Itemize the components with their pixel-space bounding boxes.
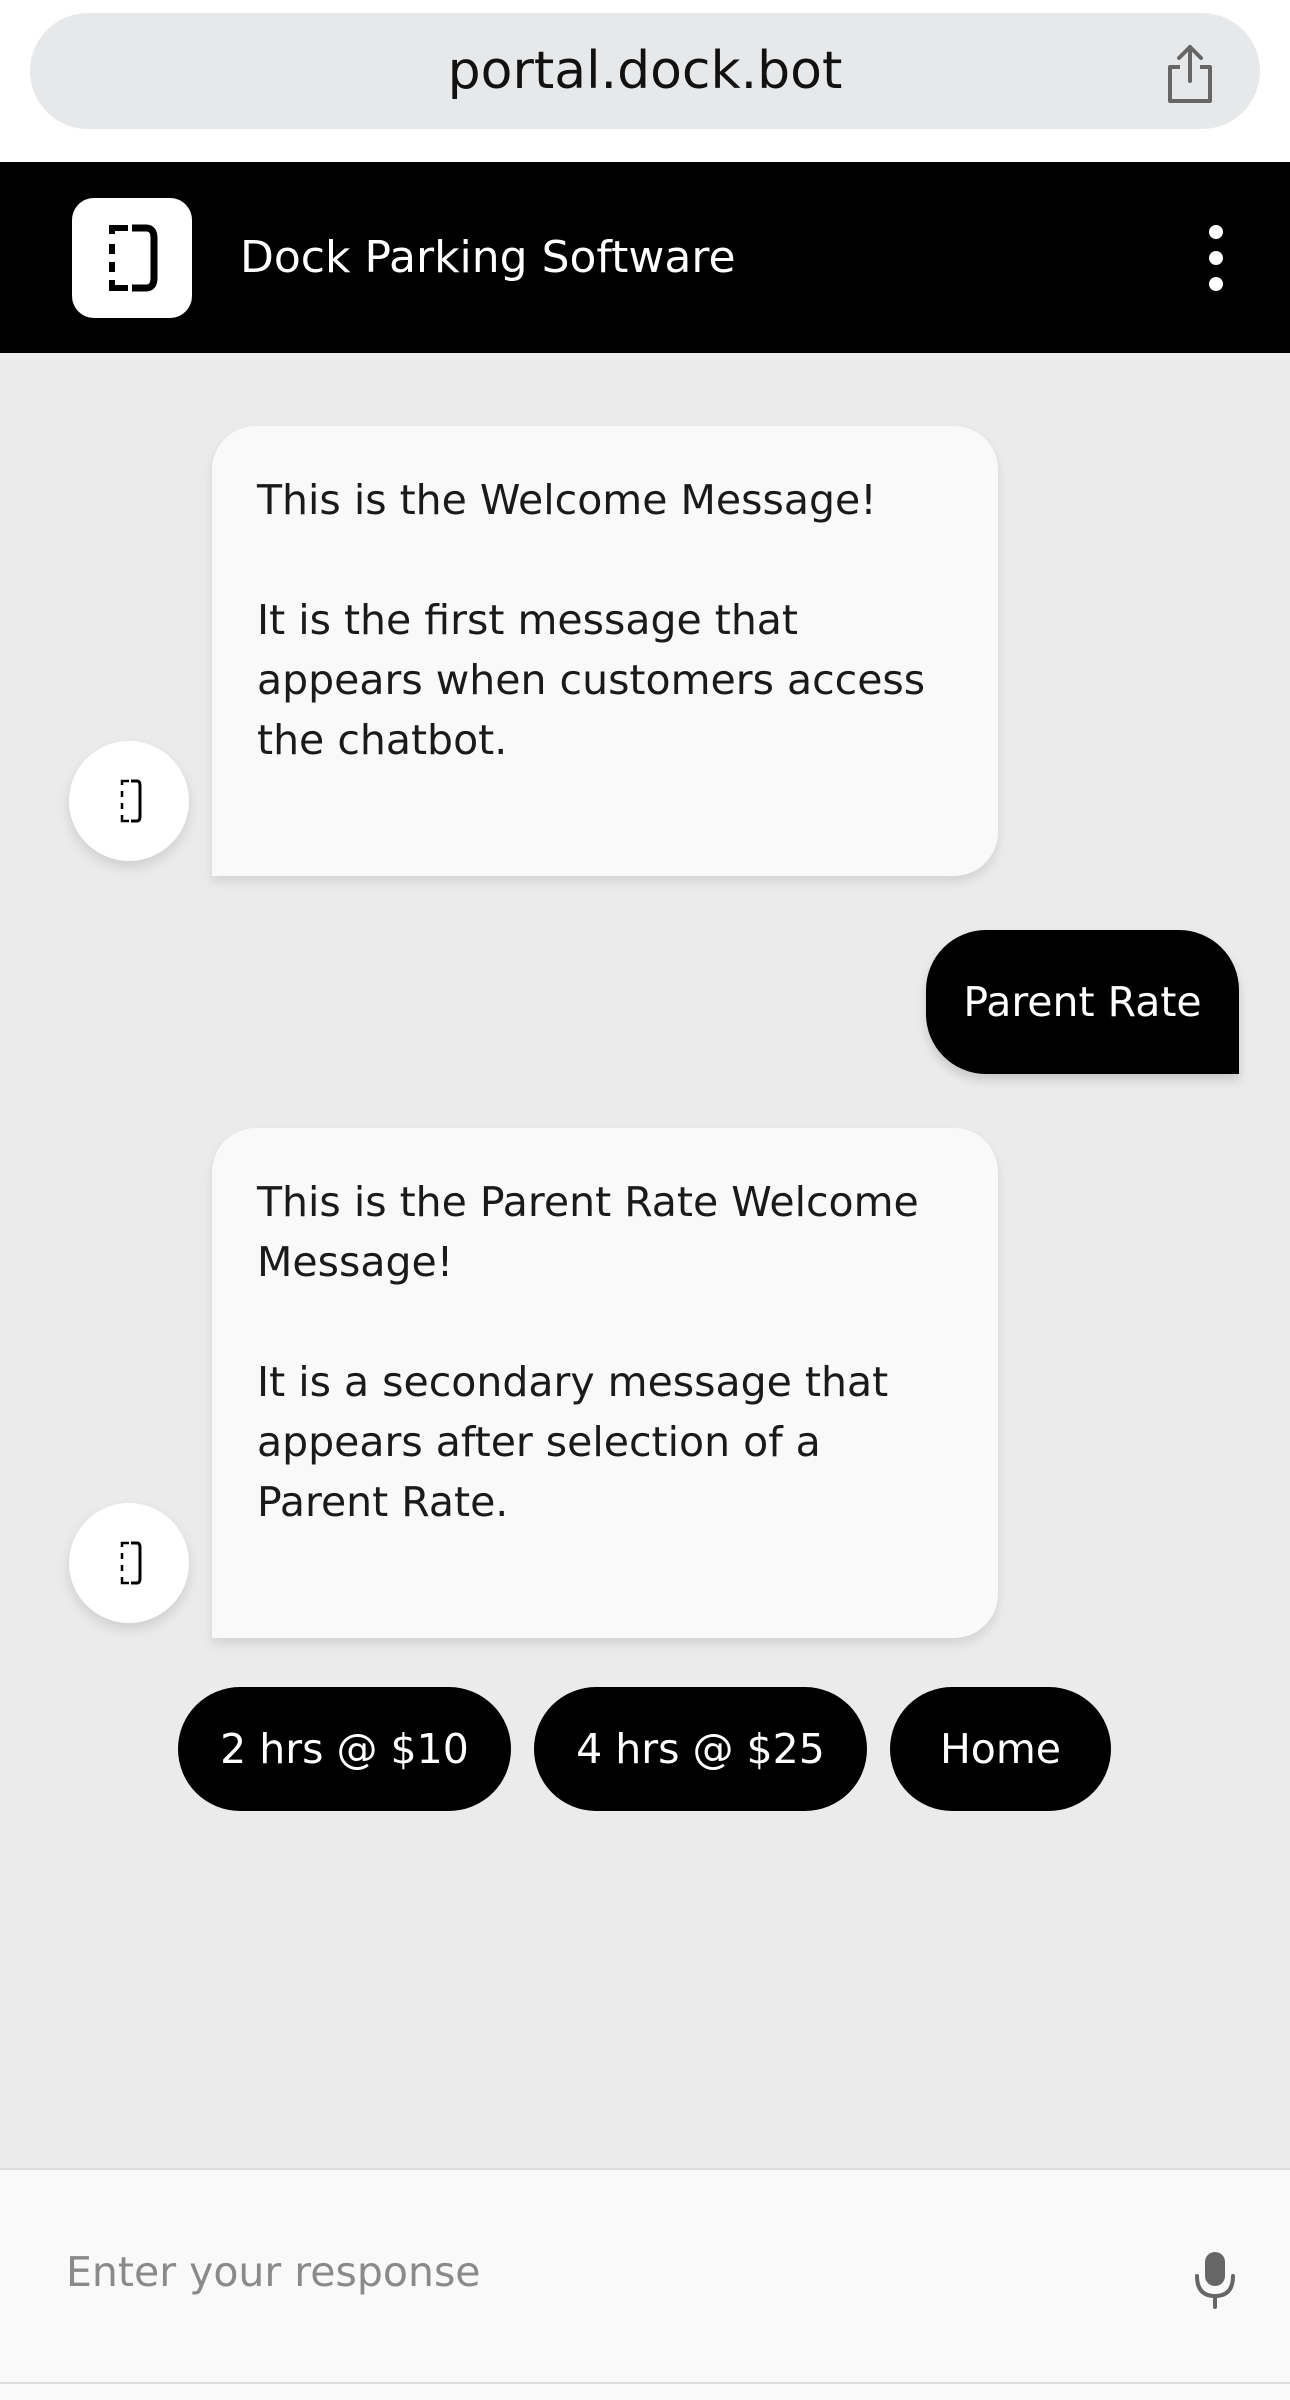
microphone-icon[interactable] <box>1192 2250 1238 2310</box>
share-icon[interactable] <box>1162 43 1218 105</box>
url-field[interactable]: portal.dock.bot <box>30 13 1260 129</box>
bottom-toolbar-edge <box>0 2382 1290 2400</box>
home-button[interactable]: Home <box>890 1687 1111 1811</box>
quick-reply-button[interactable]: 2 hrs @ $10 <box>178 1687 511 1811</box>
bot-message-bubble: This is the Welcome Message! It is the f… <box>212 426 998 876</box>
message-text: It is a secondary message that appears a… <box>257 1358 889 1526</box>
chat-thread[interactable]: This is the Welcome Message! It is the f… <box>0 353 1290 2168</box>
message-text: This is the Welcome Message! <box>257 476 877 524</box>
dock-logo-icon <box>72 198 192 318</box>
dock-logo-icon <box>120 1541 142 1585</box>
bot-avatar <box>69 741 189 861</box>
message-text: This is the Parent Rate Welcome Message! <box>257 1178 919 1286</box>
app-title: Dock Parking Software <box>240 232 736 283</box>
message-text: It is the first message that appears whe… <box>257 596 926 764</box>
user-message-bubble: Parent Rate <box>926 930 1239 1074</box>
message-composer <box>0 2168 1290 2382</box>
url-text: portal.dock.bot <box>447 41 843 101</box>
response-input[interactable] <box>66 2222 1066 2322</box>
kebab-menu-icon[interactable] <box>1202 222 1230 294</box>
bot-avatar <box>69 1503 189 1623</box>
browser-address-bar: portal.dock.bot <box>0 0 1290 162</box>
dock-logo-icon <box>120 779 142 823</box>
app-header: Dock Parking Software <box>0 162 1290 353</box>
quick-reply-button[interactable]: 4 hrs @ $25 <box>534 1687 867 1811</box>
bot-message-bubble: This is the Parent Rate Welcome Message!… <box>212 1128 998 1638</box>
